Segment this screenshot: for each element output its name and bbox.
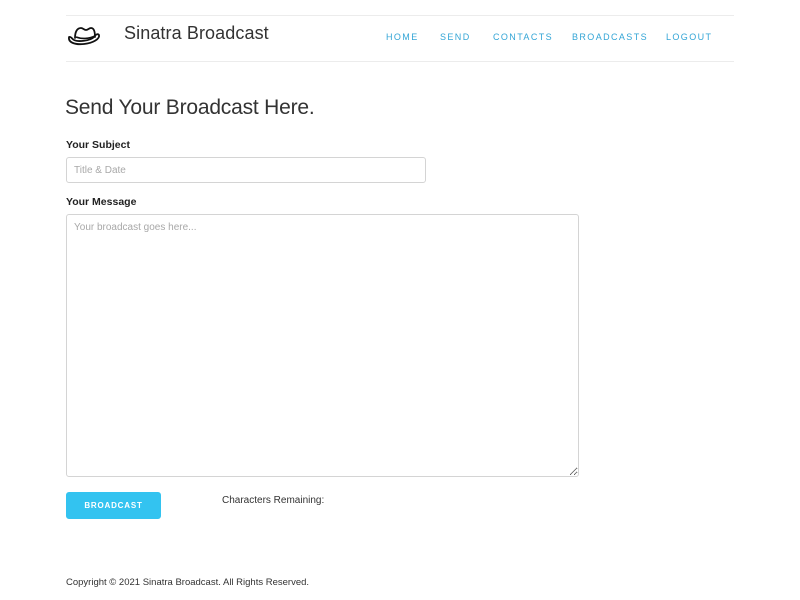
nav-contacts-link[interactable]: CONTACTS — [493, 32, 553, 42]
message-label: Your Message — [66, 196, 137, 208]
footer-copyright: Copyright © 2021 Sinatra Broadcast. All … — [66, 577, 310, 588]
subject-label: Your Subject — [66, 139, 130, 151]
characters-remaining-label: Characters Remaining: — [222, 495, 325, 506]
nav-broadcasts-link[interactable]: BROADCASTS — [572, 32, 648, 42]
header-top-divider — [66, 15, 734, 16]
page-title: Send Your Broadcast Here. — [65, 96, 315, 119]
subject-input[interactable] — [66, 157, 426, 183]
nav-send-link[interactable]: SEND — [440, 32, 471, 42]
main-nav: HOME SEND CONTACTS BROADCASTS LOGOUT — [0, 32, 800, 46]
message-textarea[interactable] — [66, 214, 579, 477]
nav-home-link[interactable]: HOME — [386, 32, 419, 42]
nav-logout-link[interactable]: LOGOUT — [666, 32, 712, 42]
header-bottom-divider — [66, 61, 734, 62]
broadcast-button[interactable]: BROADCAST — [66, 492, 161, 519]
